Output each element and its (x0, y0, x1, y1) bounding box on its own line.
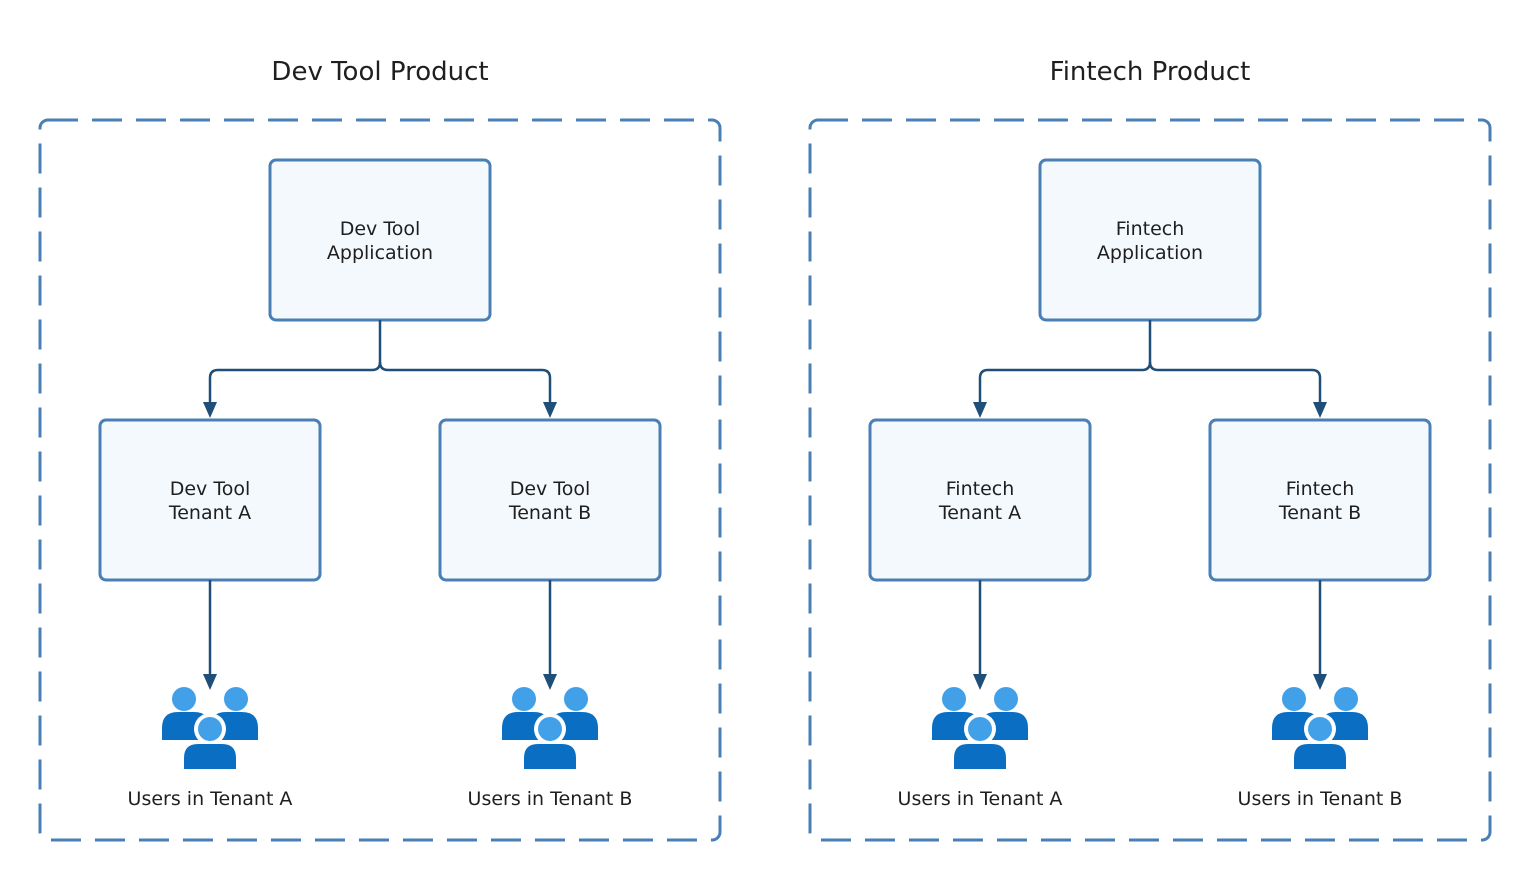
tenant-b-box[interactable] (438, 418, 662, 582)
person-head (198, 717, 222, 741)
person-body (184, 744, 236, 769)
users-tenant-b-label: Users in Tenant B (468, 788, 633, 810)
person-head (1282, 687, 1306, 711)
tenant-b-box[interactable] (1208, 418, 1432, 582)
users-group-icon (932, 687, 1028, 770)
application-label-line2: Application (327, 242, 433, 264)
person-head (538, 717, 562, 741)
tenant-b-label-line2: Tenant B (508, 502, 591, 524)
application-label-line1: Dev Tool (340, 218, 421, 240)
users-group-icon (1272, 687, 1368, 770)
arrowhead-icon (1313, 674, 1327, 690)
users-group-icon (502, 687, 598, 770)
diagram-canvas: Dev Tool Product Dev Tool Application De… (38, 57, 1492, 842)
users-group-icon (162, 687, 258, 770)
person-head (1308, 717, 1332, 741)
arrowhead-icon (973, 674, 987, 690)
person-head (994, 687, 1018, 711)
arrowhead-icon (543, 674, 557, 690)
person-body (954, 744, 1006, 769)
application-box[interactable] (1038, 158, 1262, 322)
group-dev-tool-product: Dev Tool Product Dev Tool Application De… (38, 57, 722, 842)
users-tenant-a-label: Users in Tenant A (898, 788, 1063, 810)
person-head (564, 687, 588, 711)
tenant-a-box[interactable] (98, 418, 322, 582)
users-tenant-a-label: Users in Tenant A (128, 788, 293, 810)
arrowhead-icon (1313, 402, 1327, 418)
person-head (968, 717, 992, 741)
group-fintech-product: Fintech Product Fintech Application Fint… (808, 57, 1492, 842)
users-tenant-b-label: Users in Tenant B (1238, 788, 1403, 810)
arrowhead-icon (973, 402, 987, 418)
application-box[interactable] (268, 158, 492, 322)
connector-app-to-tenant-b (1148, 361, 1322, 404)
tenant-b-label-line1: Fintech (1286, 478, 1355, 500)
connector-app-to-tenant-a (978, 320, 1152, 404)
tenant-b-label-line1: Dev Tool (510, 478, 591, 500)
arrowhead-icon (203, 402, 217, 418)
tenant-a-label-line1: Fintech (946, 478, 1015, 500)
person-body (524, 744, 576, 769)
connector-app-to-tenant-b (378, 361, 552, 404)
person-body (1294, 744, 1346, 769)
tenant-a-box[interactable] (868, 418, 1092, 582)
application-label-line2: Application (1097, 242, 1203, 264)
connector-app-to-tenant-a (208, 320, 382, 404)
person-head (512, 687, 536, 711)
application-label-line1: Fintech (1116, 218, 1185, 240)
tenant-a-label-line2: Tenant A (938, 502, 1021, 524)
person-head (172, 687, 196, 711)
group-title: Dev Tool Product (271, 57, 488, 87)
arrowhead-icon (203, 674, 217, 690)
tenant-a-label-line1: Dev Tool (170, 478, 251, 500)
person-head (1334, 687, 1358, 711)
person-head (942, 687, 966, 711)
group-title: Fintech Product (1050, 57, 1251, 87)
arrowhead-icon (543, 402, 557, 418)
person-head (224, 687, 248, 711)
tenant-a-label-line2: Tenant A (168, 502, 251, 524)
tenant-b-label-line2: Tenant B (1278, 502, 1361, 524)
